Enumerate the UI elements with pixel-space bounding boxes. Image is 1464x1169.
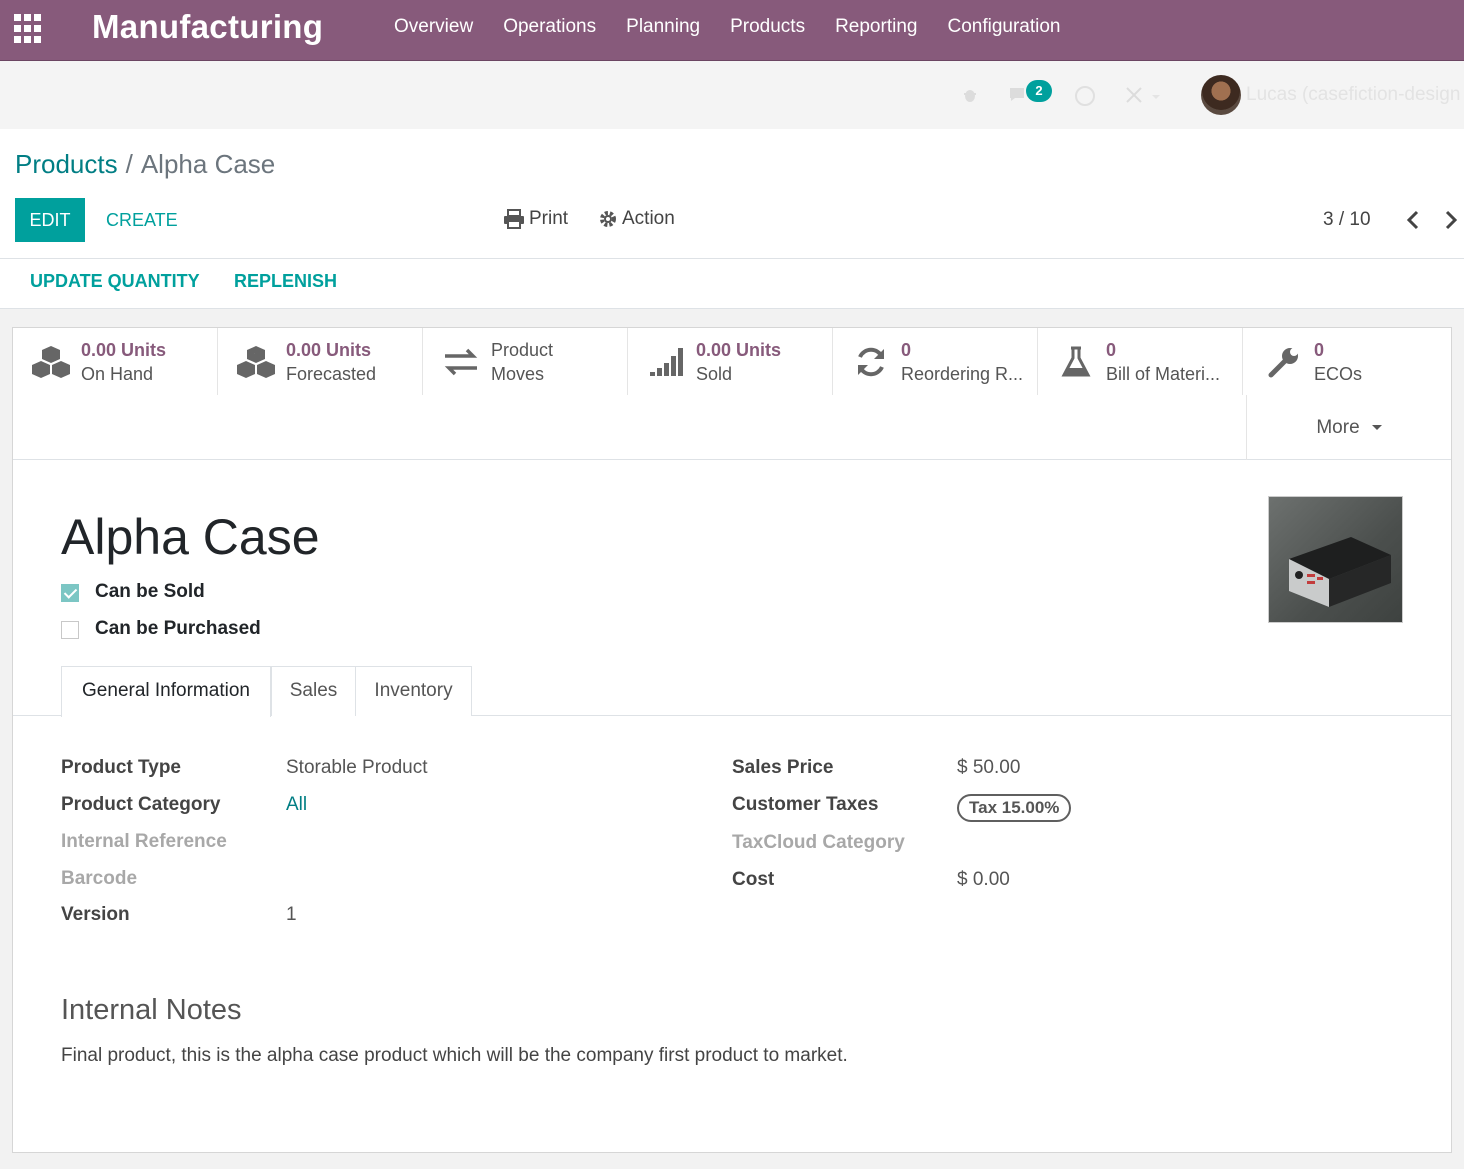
internal-notes-text: Final product, this is the alpha case pr… <box>61 1045 848 1066</box>
action-label: Action <box>622 208 675 229</box>
form-sheet: 0.00 Units On Hand 0.00 Units Forecasted P… <box>12 327 1452 1153</box>
menu-overview[interactable]: Overview <box>394 16 473 38</box>
internal-notes-title: Internal Notes <box>61 994 242 1026</box>
gear-icon <box>600 211 616 227</box>
signal-icon <box>650 347 683 376</box>
menu-reporting[interactable]: Reporting <box>835 16 917 38</box>
can-be-sold-checkbox[interactable] <box>61 584 79 602</box>
form-statusbar: UPDATE QUANTITY REPLENISH <box>0 259 1464 309</box>
breadcrumb-separator: / <box>125 149 133 179</box>
create-button[interactable]: CREATE <box>106 198 178 242</box>
replenish-button[interactable]: REPLENISH <box>234 271 337 292</box>
smart-value: 0.00 Units <box>696 339 782 360</box>
smart-button-forecasted[interactable]: 0.00 Units Forecasted <box>218 328 423 395</box>
tab-sales[interactable]: Sales <box>271 666 356 716</box>
caret-down-icon <box>1371 425 1382 430</box>
action-button[interactable]: Action <box>598 208 675 230</box>
menu-configuration[interactable]: Configuration <box>947 16 1060 38</box>
product-name: Alpha Case <box>61 509 320 565</box>
pager-value[interactable]: 3 / 10 <box>1323 209 1371 231</box>
cost-value: $ 0.00 <box>957 869 1010 890</box>
smart-button-sold[interactable]: 0.00 Units Sold <box>628 328 833 395</box>
tab-inventory[interactable]: Inventory <box>355 666 472 716</box>
smart-button-ecos[interactable]: 0 ECOs <box>1246 328 1451 395</box>
print-label: Print <box>529 208 569 229</box>
barcode-label: Barcode <box>61 868 138 889</box>
control-panel: Products / Alpha Case EDIT CREATE Print Ac… <box>0 129 1464 259</box>
smart-button-product-moves[interactable]: Product Moves <box>423 328 628 395</box>
systray-bar <box>0 61 1464 129</box>
menu-planning[interactable]: Planning <box>626 16 700 38</box>
refresh-icon <box>858 347 884 376</box>
tab-general-information[interactable]: General Information <box>61 666 271 717</box>
app-title[interactable]: Manufacturing <box>92 8 323 46</box>
cubes-icon <box>32 345 70 378</box>
tax-tag[interactable]: Tax 15.00% <box>957 794 1072 822</box>
smart-label: Reordering R... <box>901 363 1024 384</box>
user-name[interactable]: Lucas (casefiction-design <box>1246 84 1460 106</box>
smart-value: 0.00 Units <box>286 339 372 360</box>
smart-value: 0.00 Units <box>81 339 167 360</box>
menu-products[interactable]: Products <box>730 16 805 38</box>
breadcrumb-products-link[interactable]: Products <box>15 149 118 179</box>
more-dropdown-button[interactable]: More <box>1246 395 1451 460</box>
top-navbar: Manufacturing Overview Operations Planni… <box>0 0 1464 61</box>
smart-value: 0 <box>1106 339 1117 360</box>
can-be-purchased-checkbox[interactable] <box>61 621 79 639</box>
menu-operations[interactable]: Operations <box>503 16 596 38</box>
sales-price-value: $ 50.00 <box>957 757 1021 778</box>
more-label: More <box>1316 416 1360 438</box>
smart-button-bill-of-materials[interactable]: 0 Bill of Materi... <box>1038 328 1243 395</box>
notebook-tabs: General Information Sales Inventory <box>13 666 1451 717</box>
wrench-icon <box>1268 347 1298 377</box>
print-button[interactable]: Print <box>503 208 568 230</box>
breadcrumb-current: Alpha Case <box>140 149 276 179</box>
can-be-purchased-label[interactable]: Can be Purchased <box>95 618 261 640</box>
smart-label-line1: Product <box>491 339 554 360</box>
bug-icon[interactable] <box>960 85 980 105</box>
sales-price-label: Sales Price <box>732 757 834 778</box>
update-quantity-button[interactable]: UPDATE QUANTITY <box>30 271 200 292</box>
cost-label: Cost <box>732 869 775 890</box>
cubes-icon <box>237 345 275 378</box>
version-value: 1 <box>286 904 297 925</box>
smart-label: Moves <box>491 363 545 384</box>
customer-taxes-label: Customer Taxes <box>732 794 879 815</box>
chevron-right-icon[interactable] <box>1441 207 1461 233</box>
edit-button[interactable]: EDIT <box>15 198 85 242</box>
product-type-label: Product Type <box>61 757 181 778</box>
user-avatar[interactable] <box>1201 75 1241 115</box>
main-menu: Overview Operations Planning Products Re… <box>394 16 1091 38</box>
version-label: Version <box>61 904 130 925</box>
apps-menu-icon[interactable] <box>14 14 44 44</box>
smart-button-on-hand[interactable]: 0.00 Units On Hand <box>13 328 218 395</box>
smart-label: Bill of Materi... <box>1106 363 1221 384</box>
taxcloud-category-label: TaxCloud Category <box>732 832 905 853</box>
exchange-icon <box>444 348 478 375</box>
clock-icon[interactable] <box>1074 85 1096 107</box>
chevron-left-icon[interactable] <box>1403 207 1423 233</box>
product-image[interactable] <box>1268 496 1403 623</box>
smart-label: Forecasted <box>286 363 377 384</box>
print-icon <box>504 209 524 229</box>
smart-label: Sold <box>696 363 733 384</box>
smart-value: 0 <box>1314 339 1325 360</box>
breadcrumb: Products / Alpha Case <box>15 149 275 180</box>
product-category-link[interactable]: All <box>286 794 307 816</box>
smart-buttons-box: 0.00 Units On Hand 0.00 Units Forecasted P… <box>13 328 1451 460</box>
product-type-value: Storable Product <box>286 757 428 778</box>
smart-label: On Hand <box>81 363 154 384</box>
internal-reference-label: Internal Reference <box>61 831 227 852</box>
tools-dropdown-icon[interactable] <box>1124 85 1160 107</box>
product-photo <box>1289 537 1391 607</box>
can-be-sold-label[interactable]: Can be Sold <box>95 581 205 603</box>
product-category-label: Product Category <box>61 794 221 815</box>
smart-value: 0 <box>901 339 912 360</box>
flask-icon <box>1061 346 1091 376</box>
smart-button-reordering-rules[interactable]: 0 Reordering R... <box>833 328 1038 395</box>
smart-label: ECOs <box>1314 363 1363 384</box>
messages-count-badge: 2 <box>1026 80 1052 102</box>
